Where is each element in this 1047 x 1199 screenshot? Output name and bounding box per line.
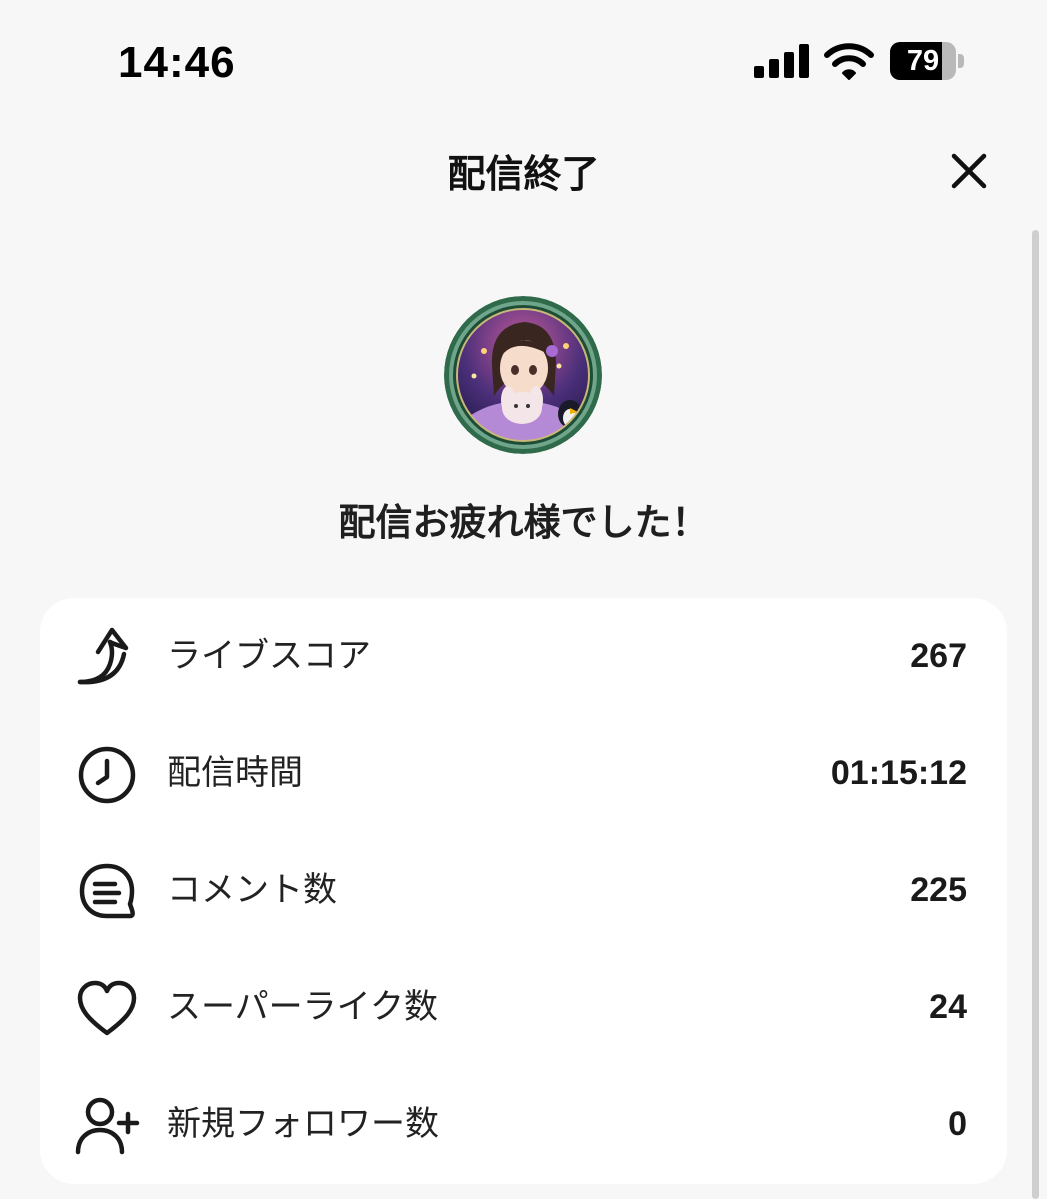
stat-value: 0: [948, 1105, 967, 1143]
heart-icon: [77, 980, 137, 1036]
battery-level-text: 79: [906, 45, 940, 77]
stat-row-stream-duration: 配信時間 01:15:12: [40, 715, 1007, 832]
stat-value: 225: [910, 871, 967, 909]
stat-label: 新規フォロワー数: [167, 1104, 439, 1144]
battery-indicator: 79: [890, 42, 966, 80]
stat-value: 24: [929, 988, 967, 1026]
scrollbar[interactable]: [1032, 230, 1039, 1199]
add-person-icon: [75, 1097, 140, 1155]
clock-icon: [78, 746, 136, 804]
stat-label: スーパーライク数: [167, 987, 438, 1027]
battery-cap: [958, 54, 964, 68]
avatar: [444, 296, 602, 454]
stats-card: ライブスコア 267 配信時間 01:15:12 コメント数 225 スーパーラ…: [40, 598, 1007, 1184]
stat-label: ライブスコア: [167, 636, 371, 676]
stat-row-new-followers: 新規フォロワー数 0: [40, 1066, 1007, 1183]
page-title: 配信終了: [447, 152, 600, 196]
stat-value: 01:15:12: [830, 754, 967, 792]
wifi-icon: [824, 43, 874, 80]
status-bar: 14:46 79: [0, 0, 1047, 120]
stat-row-super-like-count: スーパーライク数 24: [40, 949, 1007, 1066]
stat-label: コメント数: [167, 870, 337, 910]
status-time: 14:46: [118, 38, 236, 87]
comment-bubble-icon: [79, 863, 135, 919]
trending-up-arrow-icon: [77, 627, 129, 685]
cellular-signal-icon: [754, 44, 809, 78]
completion-message: 配信お疲れ様でした！: [338, 501, 709, 544]
close-icon[interactable]: [944, 146, 994, 196]
battery-body: 79: [890, 42, 956, 80]
stat-row-comment-count: コメント数 225: [40, 832, 1007, 949]
stat-value: 267: [910, 637, 967, 675]
stat-row-live-score: ライブスコア 267: [40, 598, 1007, 715]
stat-label: 配信時間: [167, 753, 303, 793]
